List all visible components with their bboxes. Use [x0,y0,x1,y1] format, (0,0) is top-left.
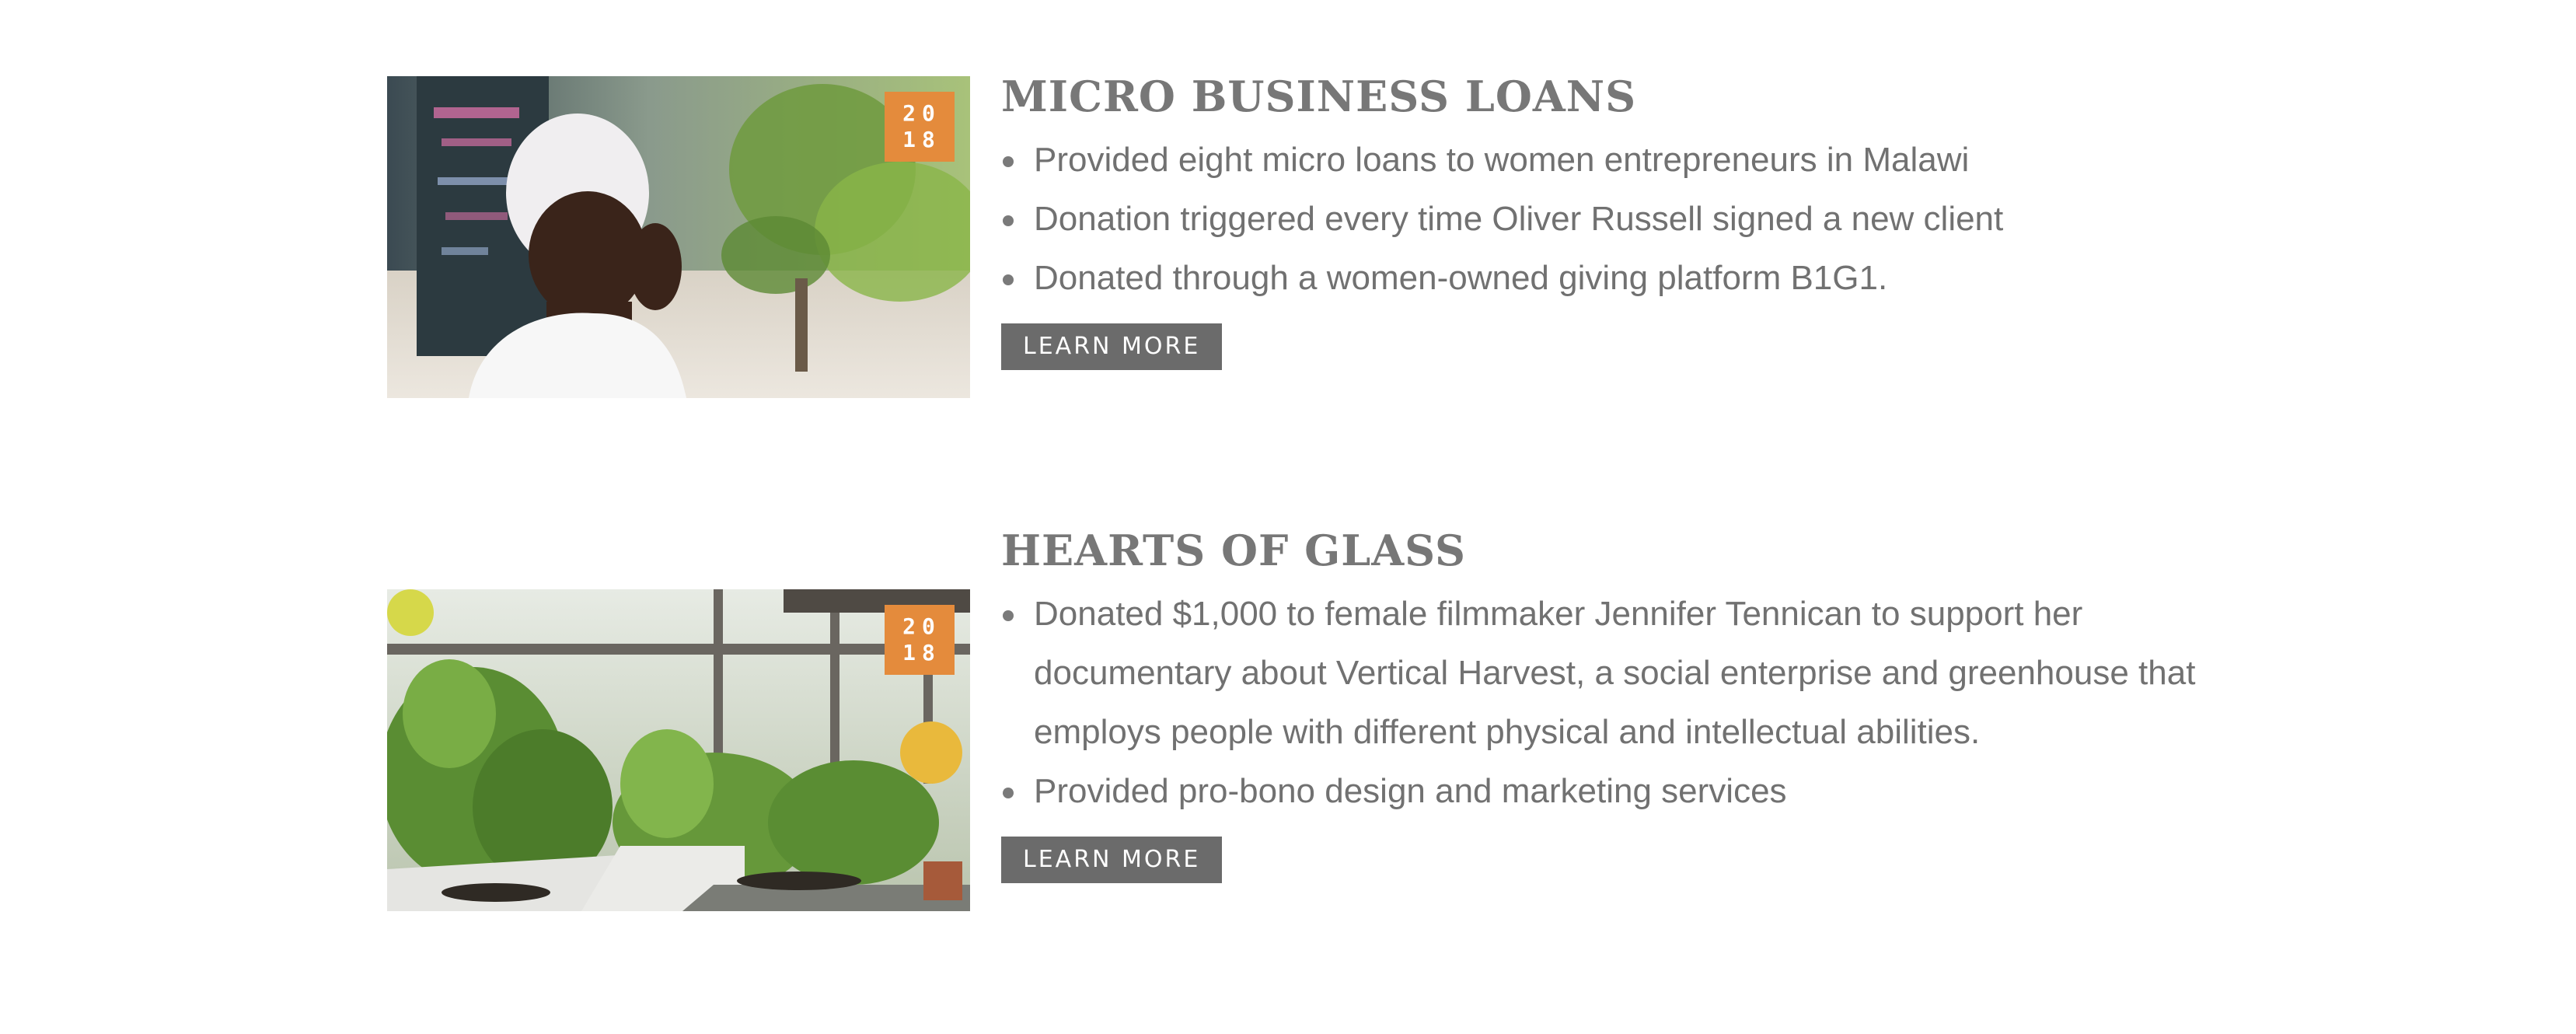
woman-smiling-photo [387,76,970,398]
program-bullet-list: Donated $1,000 to female filmmaker Jenni… [1001,585,2198,821]
program-thumbnail[interactable]: 20 18 [387,76,970,398]
program-bullet-list: Provided eight micro loans to women entr… [1001,131,2198,308]
program-title: MICRO BUSINESS LOANS [1001,72,1637,121]
program-content: MICRO BUSINESS LOANS Provided eight micr… [1001,68,2198,370]
list-item: Donated $1,000 to female filmmaker Jenni… [1001,585,2198,762]
program-thumbnail[interactable]: 20 18 [387,589,970,911]
greenhouse-plants-photo [387,589,970,911]
learn-more-button[interactable]: LEARN MORE [1001,837,1223,883]
year-badge: 20 18 [885,605,955,675]
program-content: HEARTS OF GLASS Donated $1,000 to female… [1001,522,2198,883]
list-item: Provided eight micro loans to women entr… [1001,131,2198,190]
year-badge: 20 18 [885,92,955,162]
list-item: Donation triggered every time Oliver Rus… [1001,190,2198,249]
learn-more-button[interactable]: LEARN MORE [1001,323,1223,370]
list-item: Provided pro-bono design and marketing s… [1001,762,2198,821]
program-title: HEARTS OF GLASS [1001,526,1466,575]
list-item: Donated through a women-owned giving pla… [1001,249,2198,308]
